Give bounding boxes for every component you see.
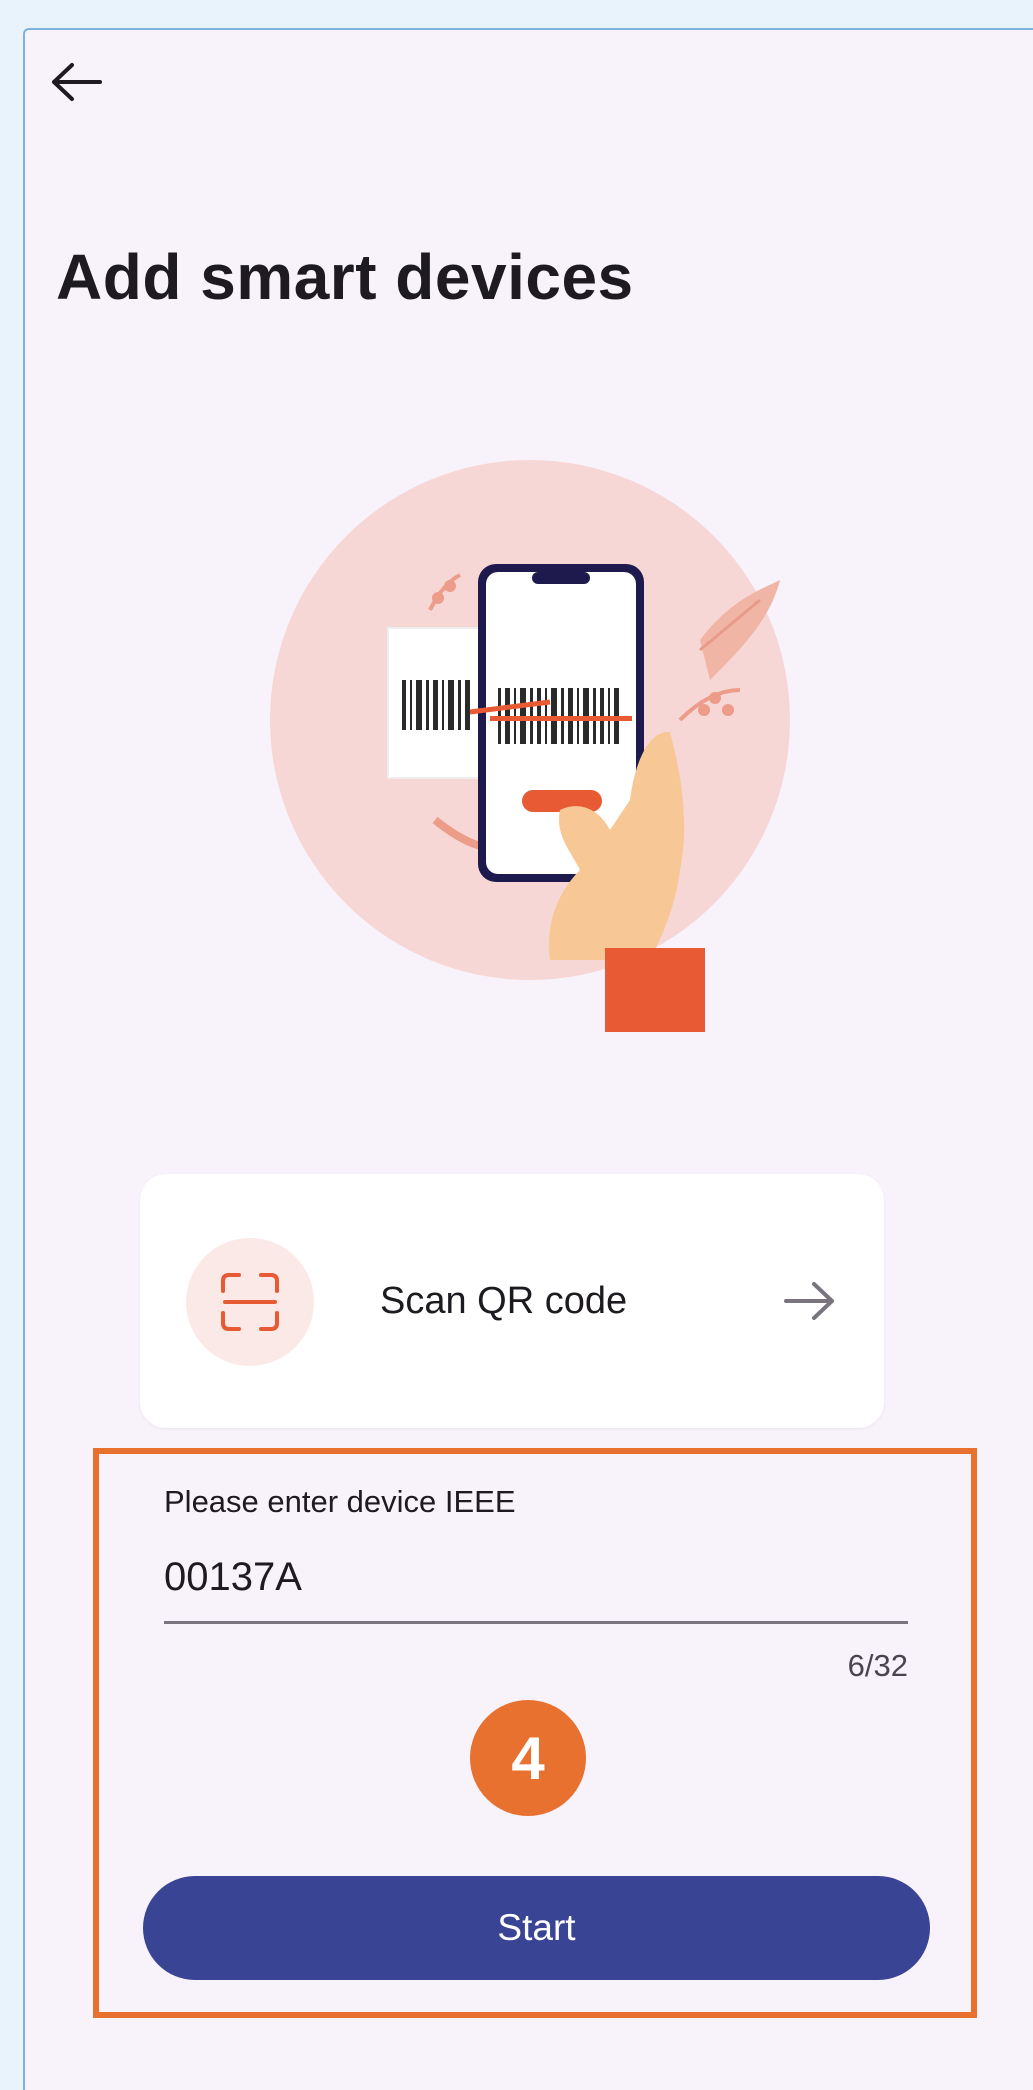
scan-qr-code-option[interactable]: Scan QR code	[140, 1174, 884, 1428]
ieee-field-label: Please enter device IEEE	[164, 1484, 516, 1519]
arrow-left-icon	[52, 63, 102, 101]
step-number-badge: 4	[470, 1700, 586, 1816]
start-button[interactable]: Start	[143, 1876, 930, 1980]
arrow-right-icon	[784, 1282, 834, 1320]
scan-icon-circle	[186, 1238, 314, 1366]
character-counter: 6/32	[847, 1648, 908, 1683]
phone-scanning-barcode-illustration	[270, 460, 790, 1032]
qr-scan-icon	[221, 1273, 279, 1331]
back-button[interactable]	[46, 52, 106, 112]
page-title: Add smart devices	[56, 241, 634, 313]
ieee-input[interactable]	[164, 1534, 908, 1624]
scan-qr-code-label: Scan QR code	[380, 1280, 628, 1322]
